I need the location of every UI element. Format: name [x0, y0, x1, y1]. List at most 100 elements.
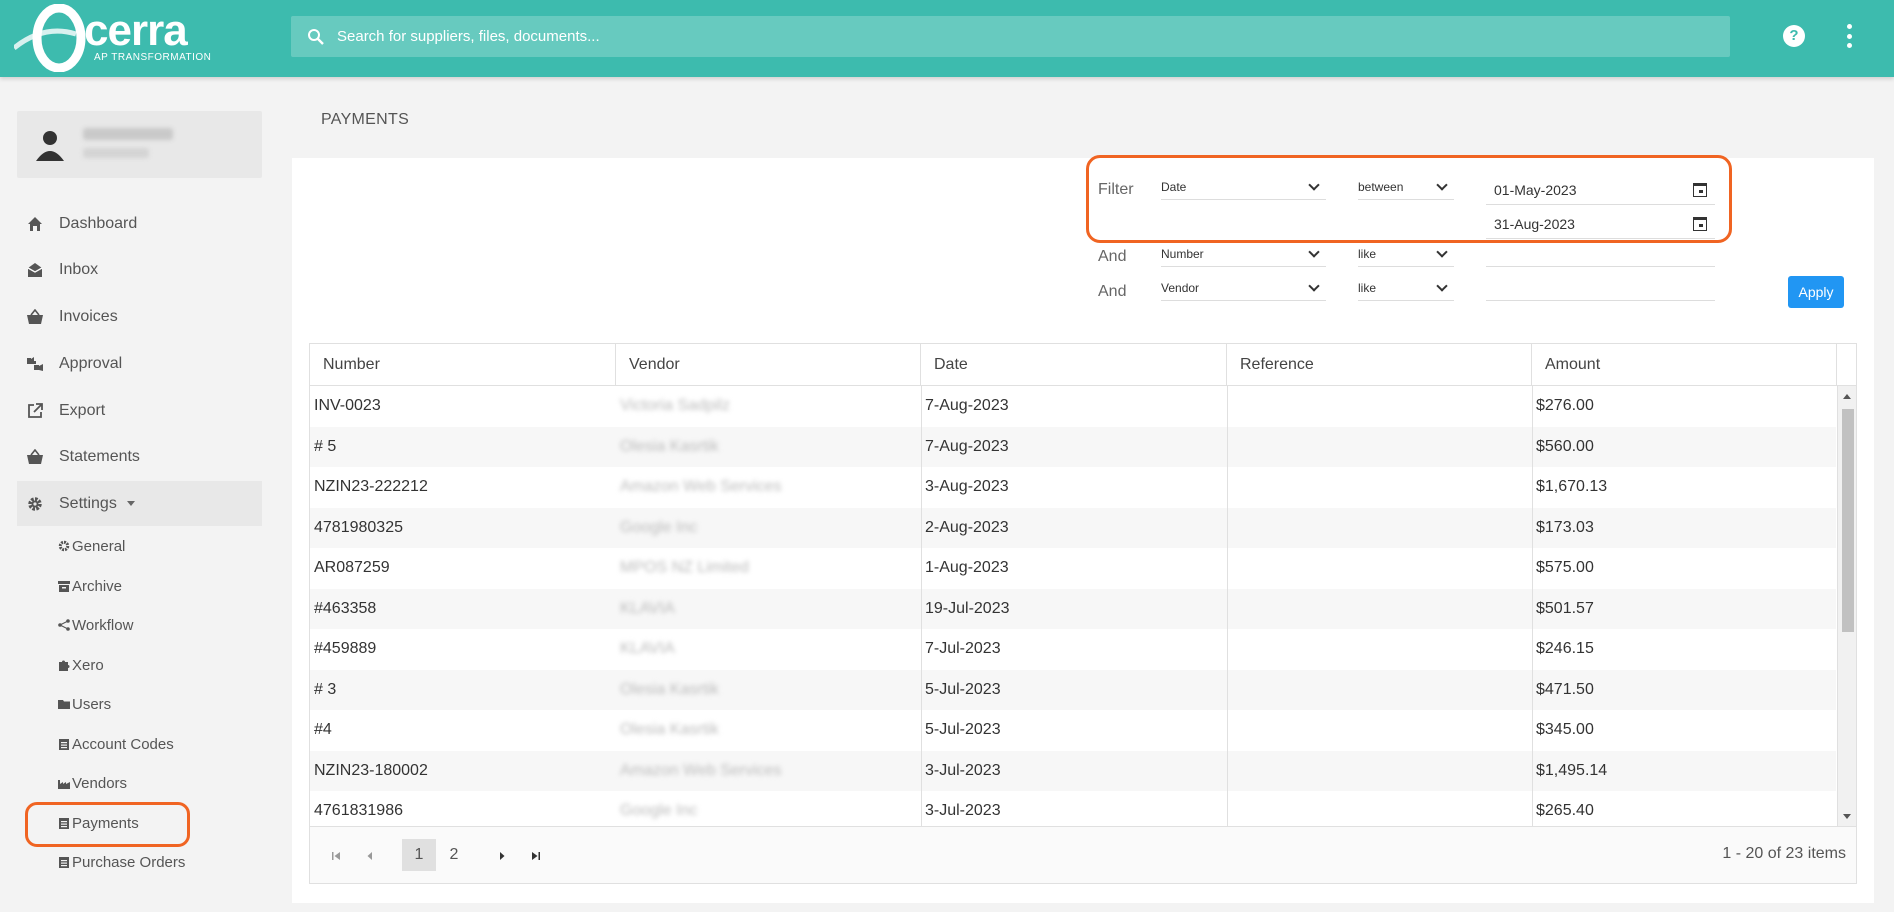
next-page-icon[interactable]: [490, 845, 514, 867]
settings-item-general[interactable]: General: [57, 534, 125, 558]
sidebar-item-label: Settings: [59, 494, 117, 512]
column-header-vendor[interactable]: Vendor: [616, 344, 921, 386]
filter-field-select-2[interactable]: Number: [1161, 241, 1326, 267]
cell-number: 4761831986: [314, 802, 403, 819]
scrollbar-thumb[interactable]: [1842, 409, 1854, 632]
column-divider: [921, 386, 922, 826]
profile-name-redacted: [83, 128, 173, 140]
sidebar-item-invoices[interactable]: Invoices: [17, 294, 262, 339]
table-row[interactable]: 4781980325 Google Inc 2-Aug-2023 $173.03: [310, 507, 1836, 548]
table-row[interactable]: #4 Olesia Kasrtik 5-Jul-2023 $345.00: [310, 710, 1836, 751]
cell-vendor: Olesia Kasrtik: [620, 680, 719, 698]
filter-value-input-3[interactable]: [1486, 275, 1715, 301]
cell-reference: [1227, 751, 1527, 791]
scroll-up-arrow-icon[interactable]: [1843, 394, 1851, 399]
envelope-open-icon: [25, 260, 45, 280]
cell-amount: $265.40: [1536, 802, 1594, 819]
sidebar-item-settings[interactable]: Settings: [17, 481, 262, 526]
cerra-logo[interactable]: cerra AP TRANSFORMATION: [14, 4, 214, 72]
archive-icon: [57, 580, 70, 593]
sidebar-item-inbox[interactable]: Inbox: [17, 247, 262, 292]
apply-button[interactable]: Apply: [1788, 276, 1844, 308]
and-label: And: [1098, 283, 1127, 300]
chevron-down-icon: [1308, 279, 1320, 292]
previous-page-icon[interactable]: [358, 845, 382, 867]
cell-vendor: Amazon Web Services: [620, 761, 782, 779]
search-input[interactable]: [337, 28, 1637, 45]
sidebar-item-label: Dashboard: [59, 214, 138, 232]
table-row[interactable]: INV-0023 Victoria Sadpilz 7-Aug-2023 $276.0…: [310, 386, 1836, 427]
table-row[interactable]: AR087259 MPOS NZ Limited 1-Aug-2023 $575.00: [310, 548, 1836, 589]
vertical-scrollbar[interactable]: [1837, 386, 1856, 826]
settings-item-xero[interactable]: Xero: [57, 653, 104, 677]
and-label: And: [1098, 248, 1127, 265]
cell-date: 3-Jul-2023: [925, 761, 1001, 779]
basket-icon: [25, 307, 45, 327]
sidebar-item-dashboard[interactable]: Dashboard: [17, 201, 262, 246]
sidebar-item-label: Export: [59, 401, 106, 419]
column-header-number[interactable]: Number: [310, 344, 616, 386]
kebab-menu-icon[interactable]: [1845, 24, 1853, 48]
payments-highlight-annotation: [25, 802, 190, 847]
last-page-icon[interactable]: [524, 845, 548, 867]
settings-item-label: Vendors: [72, 774, 128, 792]
first-page-icon[interactable]: [324, 845, 348, 867]
filter-field-select-3[interactable]: Vendor: [1161, 275, 1326, 301]
table-row[interactable]: # 5 Olesia Kasrtik 7-Aug-2023 $560.00: [310, 426, 1836, 467]
grid-header: Number Vendor Date Reference Amount: [310, 344, 1856, 386]
cell-vendor: MPOS NZ Limited: [620, 559, 749, 576]
cell-amount: $1,495.14: [1536, 761, 1608, 779]
filter-operator-select-3[interactable]: like: [1358, 275, 1454, 301]
filter-operator-select-2[interactable]: like: [1358, 241, 1454, 267]
settings-item-purchase-orders[interactable]: Purchase Orders: [57, 850, 185, 874]
cell-amount: $575.00: [1536, 559, 1594, 576]
column-header-date[interactable]: Date: [921, 344, 1227, 386]
cell-amount: $173.03: [1536, 518, 1594, 536]
table-row[interactable]: #459889 KLAVIA 7-Jul-2023 $246.15: [310, 629, 1836, 670]
cell-amount: $345.00: [1536, 721, 1594, 738]
logo-mark: [14, 4, 86, 72]
chevron-down-icon: [1308, 245, 1320, 258]
help-icon[interactable]: ?: [1783, 25, 1805, 47]
chevron-down-icon: [126, 501, 135, 506]
cell-number: AR087259: [314, 559, 390, 576]
settings-item-vendors[interactable]: Vendors: [57, 771, 127, 795]
column-header-reference[interactable]: Reference: [1227, 344, 1532, 386]
sidebar-item-approval[interactable]: Approval: [17, 341, 262, 386]
table-row[interactable]: NZIN23-180002 Amazon Web Services 3-Jul-20…: [310, 750, 1836, 791]
filter-value-input-2[interactable]: [1486, 241, 1715, 267]
cell-reference: [1227, 386, 1527, 426]
table-row[interactable]: #463358 KLAVIA 19-Jul-2023 $501.57: [310, 588, 1836, 629]
user-profile-card[interactable]: [17, 111, 262, 178]
column-header-amount[interactable]: Amount: [1532, 344, 1837, 386]
cell-vendor: Google Inc: [620, 802, 698, 819]
avatar: [36, 131, 64, 161]
page-2-button[interactable]: 2: [437, 839, 471, 871]
table-row[interactable]: NZIN23-222212 Amazon Web Services 3-Aug-20…: [310, 467, 1836, 508]
cell-date: 3-Jul-2023: [925, 802, 1001, 819]
chevron-down-icon: [1436, 279, 1448, 292]
table-row[interactable]: # 3 Olesia Kasrtik 5-Jul-2023 $471.50: [310, 669, 1836, 710]
cell-reference: [1227, 629, 1527, 669]
settings-item-workflow[interactable]: Workflow: [57, 613, 133, 637]
settings-item-label: Users: [72, 695, 112, 713]
scroll-down-arrow-icon[interactable]: [1843, 814, 1851, 819]
settings-item-account-codes[interactable]: Account Codes: [57, 732, 174, 756]
cell-amount: $471.50: [1536, 680, 1594, 698]
table-row[interactable]: 4761831986 Google Inc 3-Jul-2023 $265.40: [310, 791, 1836, 826]
page-1-button[interactable]: 1: [402, 839, 436, 871]
puzzle-icon: [57, 659, 70, 672]
settings-item-label: General: [72, 537, 126, 555]
sidebar-item-export[interactable]: Export: [17, 388, 262, 433]
cell-number: # 5: [314, 437, 337, 455]
select-value: Number: [1161, 246, 1204, 261]
sidebar-item-label: Invoices: [59, 307, 118, 325]
cell-vendor: KLAVIA: [620, 640, 675, 657]
cell-date: 5-Jul-2023: [925, 721, 1001, 738]
settings-item-users[interactable]: Users: [57, 692, 111, 716]
logo-wordmark: cerra: [84, 6, 188, 55]
cell-reference: [1227, 467, 1527, 507]
settings-item-archive[interactable]: Archive: [57, 574, 122, 598]
global-search[interactable]: [291, 16, 1730, 57]
sidebar-item-statements[interactable]: Statements: [17, 434, 262, 479]
